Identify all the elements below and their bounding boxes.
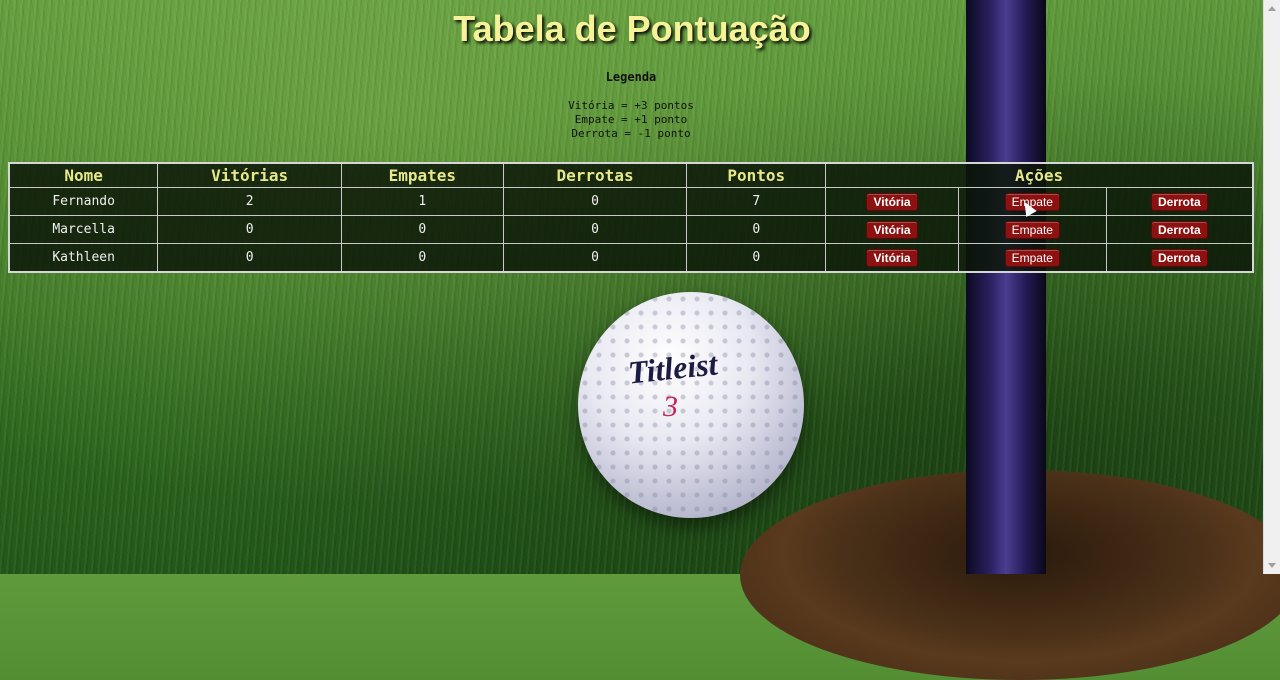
table-row: Kathleen 0 0 0 0 Vitória Empate Derrota bbox=[8, 243, 1254, 273]
header-vitorias: Vitórias bbox=[157, 162, 342, 188]
player-wins: 0 bbox=[157, 215, 342, 244]
page-title: Tabela de Pontuação bbox=[453, 8, 811, 49]
header-pontos: Pontos bbox=[686, 162, 827, 188]
table-row: Fernando 2 1 0 7 Vitória Empate Derrota bbox=[8, 187, 1254, 216]
scroll-down-icon[interactable] bbox=[1268, 563, 1276, 568]
player-name: Marcella bbox=[8, 215, 159, 244]
header-derrotas: Derrotas bbox=[502, 162, 688, 188]
draw-button[interactable]: Empate bbox=[1004, 248, 1060, 267]
player-points: 0 bbox=[686, 243, 827, 273]
player-losses: 0 bbox=[502, 215, 688, 244]
player-points: 0 bbox=[686, 215, 827, 244]
vertical-scrollbar[interactable] bbox=[1263, 0, 1280, 574]
player-draws: 0 bbox=[340, 215, 504, 244]
ball-brand-logo: Titleist bbox=[626, 345, 720, 391]
legend-line-draw: Empate = +1 ponto bbox=[574, 113, 688, 126]
legend: Legenda Vitória = +3 pontos Empate = +1 … bbox=[0, 70, 1262, 141]
player-points: 7 bbox=[686, 187, 827, 216]
player-draws: 0 bbox=[340, 243, 504, 273]
legend-line-win: Vitória = +3 pontos bbox=[568, 99, 694, 112]
player-losses: 0 bbox=[502, 243, 688, 273]
player-draws: 1 bbox=[340, 187, 504, 216]
header-nome: Nome bbox=[8, 162, 159, 188]
legend-title: Legenda bbox=[605, 70, 657, 84]
scroll-up-icon[interactable] bbox=[1268, 6, 1276, 11]
player-losses: 0 bbox=[502, 187, 688, 216]
player-name: Fernando bbox=[8, 187, 159, 216]
header-acoes: Ações bbox=[825, 162, 1254, 188]
ball-number: 3 bbox=[663, 390, 678, 423]
draw-button[interactable]: Empate bbox=[1004, 220, 1060, 239]
player-wins: 0 bbox=[157, 243, 342, 273]
loss-button[interactable]: Derrota bbox=[1150, 192, 1208, 211]
loss-button[interactable]: Derrota bbox=[1150, 248, 1208, 267]
win-button[interactable]: Vitória bbox=[866, 192, 918, 211]
win-button[interactable]: Vitória bbox=[866, 220, 918, 239]
legend-line-loss: Derrota = -1 ponto bbox=[571, 127, 691, 140]
win-button[interactable]: Vitória bbox=[866, 248, 918, 267]
header-empates: Empates bbox=[340, 162, 504, 188]
table-row: Marcella 0 0 0 0 Vitória Empate Derrota bbox=[8, 215, 1254, 244]
table-header-row: Nome Vitórias Empates Derrotas Pontos Aç… bbox=[8, 162, 1254, 188]
loss-button[interactable]: Derrota bbox=[1150, 220, 1208, 239]
golf-ball-image: Titleist 3 bbox=[578, 292, 804, 518]
player-name: Kathleen bbox=[8, 243, 159, 273]
score-table: Nome Vitórias Empates Derrotas Pontos Aç… bbox=[8, 162, 1254, 273]
player-wins: 2 bbox=[157, 187, 342, 216]
